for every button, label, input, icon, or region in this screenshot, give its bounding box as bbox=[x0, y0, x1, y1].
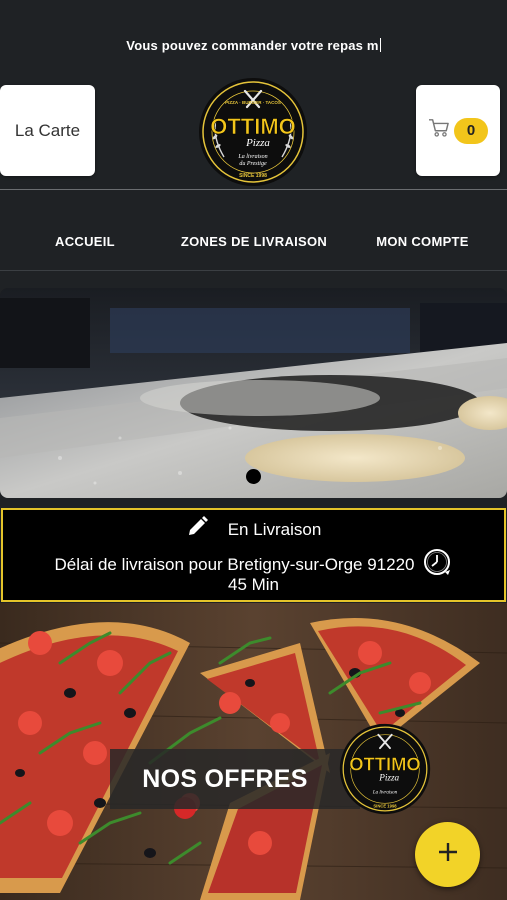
cart-icon bbox=[428, 118, 450, 143]
svg-text:SINCE 1998: SINCE 1998 bbox=[373, 803, 397, 808]
offers-ottimo-logo: OTTIMO Pizza La livraison SINCE 1998 bbox=[335, 723, 435, 815]
la-carte-button[interactable]: La Carte bbox=[0, 85, 95, 176]
pencil-icon[interactable] bbox=[186, 516, 210, 543]
ottimo-logo[interactable]: PIZZA · BURGER · TACOS OTTIMO Pizza La l… bbox=[194, 77, 312, 187]
svg-text:La livraison: La livraison bbox=[237, 154, 267, 160]
svg-text:La livraison: La livraison bbox=[372, 790, 398, 795]
cart-button[interactable]: 0 bbox=[416, 85, 500, 176]
delivery-info-box: En Livraison Délai de livraison pour Bre… bbox=[1, 508, 506, 602]
add-fab-button[interactable] bbox=[415, 822, 480, 887]
svg-text:OTTIMO: OTTIMO bbox=[210, 114, 296, 139]
info-ticker: Vous pouvez commander votre repas m bbox=[0, 38, 507, 53]
nav-accueil[interactable]: ACCUEIL bbox=[0, 225, 170, 257]
svg-text:Pizza: Pizza bbox=[378, 773, 399, 783]
header-divider bbox=[0, 189, 507, 190]
svg-text:PIZZA · BURGER · TACOS: PIZZA · BURGER · TACOS bbox=[225, 100, 281, 105]
svg-text:Pizza: Pizza bbox=[245, 137, 270, 149]
delivery-time: 45 Min bbox=[227, 575, 280, 594]
hero-image bbox=[0, 288, 507, 498]
delivery-delay-text: Délai de livraison pour Bretigny-sur-Org… bbox=[54, 554, 415, 574]
offers-title: NOS OFFRES bbox=[142, 764, 308, 793]
nav-divider bbox=[0, 270, 507, 271]
svg-text:OTTIMO: OTTIMO bbox=[349, 754, 421, 775]
svg-text:du Prestige: du Prestige bbox=[239, 161, 267, 167]
nav-zones-de-livraison[interactable]: ZONES DE LIVRAISON bbox=[170, 225, 338, 257]
svg-text:SINCE 1998: SINCE 1998 bbox=[239, 173, 267, 179]
text-caret bbox=[379, 38, 381, 52]
nos-offres-banner[interactable]: NOS OFFRES bbox=[110, 749, 360, 809]
plus-icon bbox=[437, 841, 459, 868]
ticker-text: Vous pouvez commander votre repas m bbox=[126, 38, 379, 53]
delivery-mode: En Livraison bbox=[227, 519, 322, 539]
la-carte-label: La Carte bbox=[14, 120, 81, 140]
nav-mon-compte[interactable]: MON COMPTE bbox=[338, 225, 507, 257]
main-nav: ACCUEIL ZONES DE LIVRAISON MON COMPTE bbox=[0, 225, 507, 257]
cart-count-badge: 0 bbox=[454, 117, 488, 144]
slider-indicator-dot[interactable] bbox=[246, 469, 261, 484]
hero-slider[interactable] bbox=[0, 288, 507, 498]
